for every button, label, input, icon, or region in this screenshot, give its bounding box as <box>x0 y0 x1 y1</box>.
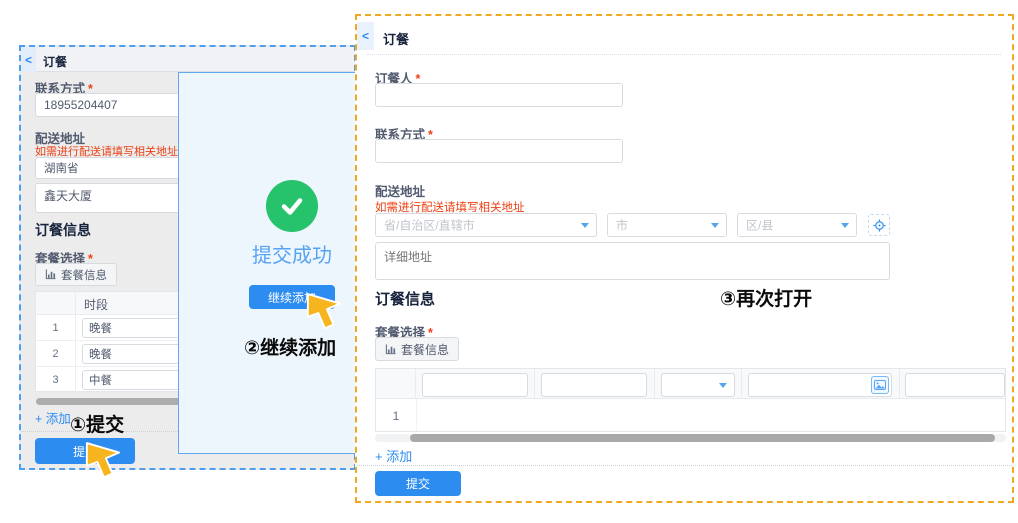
cursor-arrow-icon <box>305 291 343 337</box>
step2-annotation: ②继续添加 <box>244 333 336 360</box>
image-upload-button[interactable] <box>871 376 889 394</box>
right-form-panel: < 订餐 订餐人* 联系方式* 配送地址 如需进行配送请填写相关地址 省/自治区… <box>355 14 1014 503</box>
left-panel-header: < 订餐 <box>21 47 354 72</box>
order-info-title: 订餐信息 <box>35 220 91 240</box>
meal-info-button[interactable]: 套餐信息 <box>375 337 459 361</box>
price-cell-input[interactable] <box>905 373 1005 397</box>
name-cell-input[interactable] <box>541 373 647 397</box>
meal-info-button[interactable]: 套餐信息 <box>35 263 117 286</box>
page-title: 订餐 <box>43 53 67 70</box>
index-column-header <box>376 369 416 399</box>
chevron-down-icon <box>581 223 589 228</box>
row-index: 1 <box>376 399 416 432</box>
city-select[interactable]: 市 <box>607 213 727 237</box>
add-row-link[interactable]: + 添加 <box>375 446 412 465</box>
address-label: 配送地址 <box>375 181 425 200</box>
back-chevron-icon[interactable]: < <box>21 47 36 72</box>
plus-icon: + <box>35 412 42 426</box>
back-chevron-icon[interactable]: < <box>357 22 374 50</box>
contact-input[interactable] <box>375 139 623 163</box>
add-row-link[interactable]: + 添加 <box>35 408 71 427</box>
flavor-cell-select[interactable] <box>661 373 735 397</box>
horizontal-scrollbar-thumb[interactable] <box>410 434 995 442</box>
divider <box>416 399 417 432</box>
bar-chart-icon <box>45 269 56 280</box>
time-cell-input[interactable] <box>422 373 528 397</box>
step3-annotation: ③再次打开 <box>720 284 812 311</box>
chevron-down-icon <box>711 223 719 228</box>
bar-chart-icon <box>385 344 396 355</box>
page-title: 订餐 <box>383 29 409 48</box>
screenshot-canvas: < 订餐 联系方式* 配送地址 如需进行配送请填写相关地址 鑫天大厦 订餐信息 … <box>0 0 1018 523</box>
divider <box>367 54 1001 55</box>
chevron-down-icon <box>841 223 849 228</box>
cursor-arrow-icon <box>84 440 122 486</box>
order-info-title: 订餐信息 <box>375 288 435 309</box>
province-select[interactable]: 省/自治区/直辖市 <box>375 213 597 237</box>
detail-address-textarea[interactable] <box>375 242 890 280</box>
district-select[interactable]: 区/县 <box>737 213 857 237</box>
time-column-header: 时段 <box>84 296 108 313</box>
locate-button[interactable] <box>868 214 890 236</box>
chevron-down-icon <box>719 383 727 388</box>
plus-icon: + <box>375 449 383 464</box>
locate-icon <box>873 219 886 232</box>
success-check-icon <box>266 180 318 232</box>
submit-button[interactable]: 提交 <box>375 471 461 496</box>
picture-icon <box>874 380 886 390</box>
orderer-input[interactable] <box>375 83 623 107</box>
step1-annotation: ①提交 <box>70 410 124 437</box>
index-column-header <box>36 292 76 315</box>
divider <box>357 465 1012 466</box>
horizontal-scrollbar <box>375 434 1006 442</box>
